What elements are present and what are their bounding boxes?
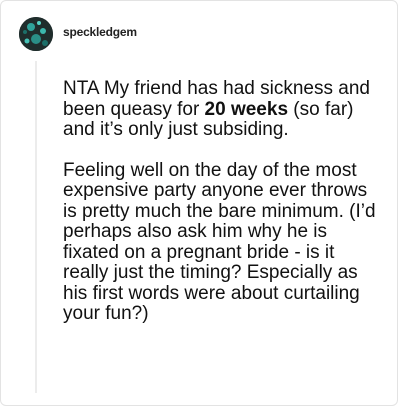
comment-paragraph-2: Feeling well on the day of the most expe… bbox=[63, 159, 376, 324]
avatar[interactable] bbox=[19, 17, 53, 51]
username[interactable]: speckledgem bbox=[63, 25, 137, 39]
avatar-icon bbox=[19, 17, 53, 51]
comment-paragraph-1: NTA My friend has had sickness and been … bbox=[63, 78, 381, 141]
comment-body: NTA My friend has had sickness and been … bbox=[63, 78, 381, 345]
comment-card: speckledgem NTA My friend has had sickne… bbox=[0, 0, 398, 406]
thread-line bbox=[35, 61, 37, 393]
paragraph-1-bold-text: 20 weeks bbox=[204, 98, 289, 120]
